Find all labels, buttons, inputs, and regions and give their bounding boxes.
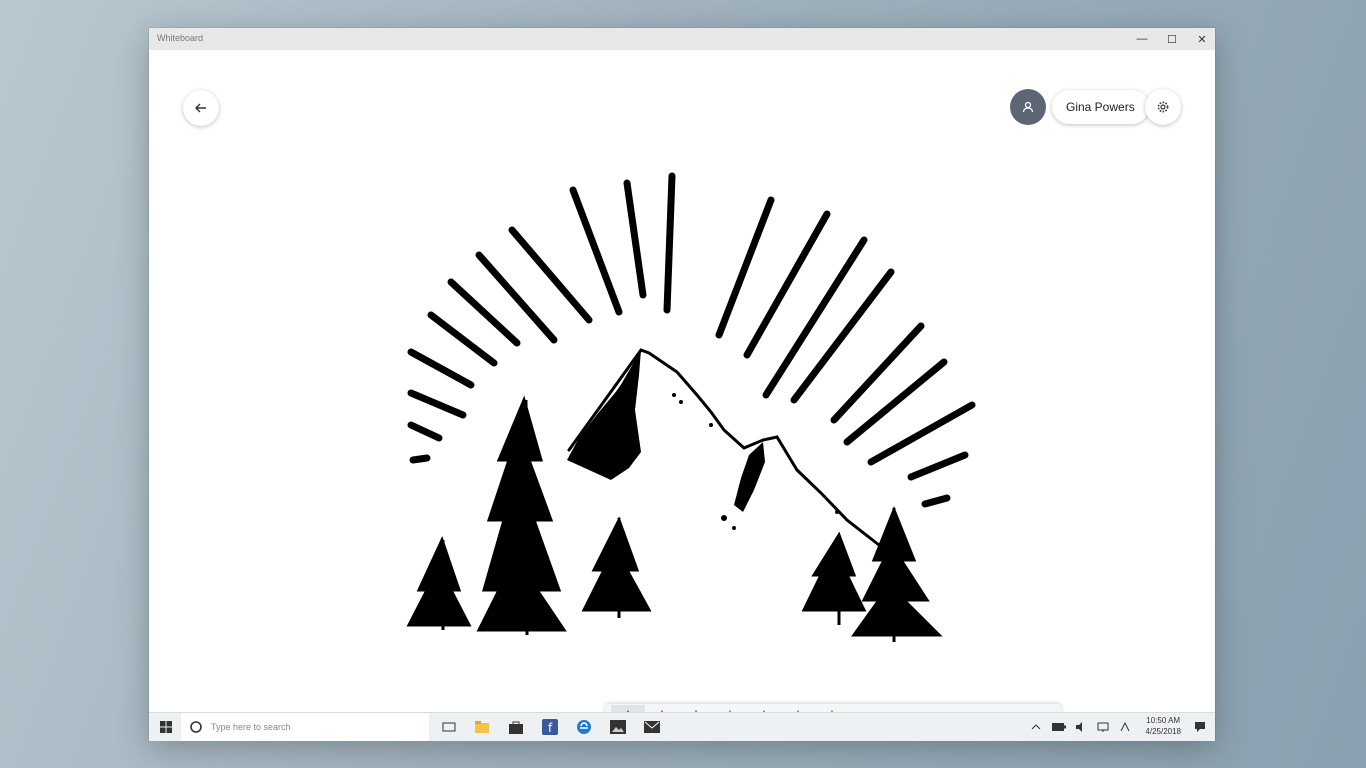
volume-icon [1076,722,1082,732]
maximize-button[interactable]: ☐ [1157,28,1187,50]
ink-drawing [406,172,976,642]
start-button[interactable] [153,713,179,741]
taskbar: Type here to search f 10:50 AM 4/25/2018 [149,712,1215,741]
facebook-button[interactable]: f [535,713,565,741]
windows-logo-icon [160,721,172,733]
edge-icon [577,720,591,734]
cortana-icon [190,721,202,733]
mail-icon [644,721,660,733]
clock-time: 10:50 AM [1146,716,1181,725]
close-button[interactable]: ✕ [1187,28,1215,50]
action-center-button[interactable] [1189,713,1211,741]
keyboard-button[interactable] [1115,713,1135,741]
photos-button[interactable] [603,713,633,741]
chevron-up-icon [1031,724,1041,730]
whiteboard-canvas[interactable]: Gina Powers [149,50,1215,740]
taskbar-clock[interactable]: 10:50 AM 4/25/2018 [1145,715,1181,737]
store-button[interactable] [501,713,531,741]
file-explorer-button[interactable] [467,713,497,741]
photos-icon [610,720,626,734]
battery-button[interactable] [1049,713,1069,741]
keyboard-icon [1120,721,1130,732]
file-explorer-icon [475,721,489,733]
mail-button[interactable] [637,713,667,741]
network-button[interactable] [1093,713,1113,741]
app-window: Whiteboard — ☐ ✕ Gina Powers [149,28,1215,740]
edge-button[interactable] [569,713,599,741]
facebook-icon: f [542,719,558,735]
battery-icon [1052,723,1066,731]
minimize-button[interactable]: — [1127,28,1157,50]
search-placeholder: Type here to search [211,722,291,732]
action-center-icon [1195,722,1205,732]
title-bar: Whiteboard — ☐ ✕ [149,28,1215,50]
network-icon [1097,722,1109,732]
taskbar-search[interactable]: Type here to search [181,713,429,741]
task-view-icon [442,722,456,732]
store-icon [509,721,523,734]
clock-date: 4/25/2018 [1145,727,1181,736]
task-view-button[interactable] [435,713,463,741]
window-title: Whiteboard [157,33,204,43]
volume-button[interactable] [1071,713,1091,741]
tray-chevron-button[interactable] [1027,713,1045,741]
